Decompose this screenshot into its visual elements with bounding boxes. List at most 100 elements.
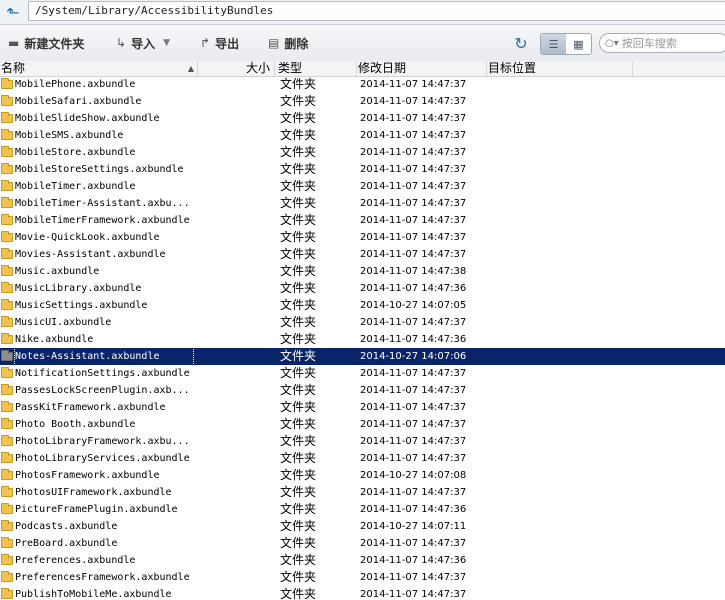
table-row[interactable]: MusicUI.axbundle 文件夹 2014-11-07 14:47:37 bbox=[0, 314, 725, 331]
column-header-type[interactable]: 类型 bbox=[277, 61, 357, 76]
file-type: 文件夹 bbox=[280, 213, 317, 227]
file-list[interactable]: MobilePhone.axbundle 文件夹 2014-11-07 14:47:… bbox=[0, 76, 725, 600]
column-type-label: 类型 bbox=[278, 61, 303, 75]
file-type: 文件夹 bbox=[280, 434, 317, 448]
file-name: MobileStoreSettings.axbundle bbox=[15, 164, 184, 175]
file-name: MobileSlideShow.axbundle bbox=[15, 113, 160, 124]
table-row[interactable]: MobileTimer.axbundle 文件夹 2014-11-07 14:47:… bbox=[0, 178, 725, 195]
import-button[interactable]: ↳ 导入 ▼ bbox=[116, 33, 170, 53]
table-row[interactable]: PhotosFramework.axbundle 文件夹 2014-10-27 14… bbox=[0, 467, 725, 484]
table-row[interactable]: PhotoLibraryServices.axbundle 文件夹 2014-11-… bbox=[0, 450, 725, 467]
file-name: PhotoLibraryServices.axbundle bbox=[15, 453, 190, 464]
file-modified-date: 2014-11-07 14:47:37 bbox=[360, 181, 467, 192]
file-name: NotificationSettings.axbundle bbox=[15, 368, 190, 379]
table-row[interactable]: MobileStoreSettings.axbundle 文件夹 2014-11-0… bbox=[0, 161, 725, 178]
column-header-target[interactable]: 目标位置 bbox=[487, 61, 633, 76]
table-row[interactable]: PreBoard.axbundle 文件夹 2014-11-07 14:47:37 bbox=[0, 535, 725, 552]
file-name: Nike.axbundle bbox=[15, 334, 94, 345]
file-type: 文件夹 bbox=[280, 315, 317, 329]
table-row[interactable]: Photo Booth.axbundle 文件夹 2014-11-07 14:47:… bbox=[0, 416, 725, 433]
file-modified-date: 2014-11-07 14:47:37 bbox=[360, 385, 467, 396]
path-field[interactable]: /System/Library/AccessibilityBundles bbox=[28, 1, 725, 21]
table-row[interactable]: Music.axbundle 文件夹 2014-11-07 14:47:38 bbox=[0, 263, 725, 280]
folder-icon bbox=[1, 197, 13, 208]
file-modified-date: 2014-11-07 14:47:36 bbox=[360, 555, 467, 566]
list-view-icon[interactable]: ☰ bbox=[541, 34, 566, 54]
grid-view-icon[interactable]: ▦ bbox=[566, 34, 591, 54]
file-name: MusicLibrary.axbundle bbox=[15, 283, 142, 294]
file-type: 文件夹 bbox=[280, 400, 317, 414]
table-row[interactable]: PublishToMobileMe.axbundle 文件夹 2014-11-07 … bbox=[0, 586, 725, 600]
folder-icon bbox=[1, 469, 13, 480]
file-name: Movies-Assistant.axbundle bbox=[15, 249, 166, 260]
table-row[interactable]: PhotosUIFramework.axbundle 文件夹 2014-11-07 … bbox=[0, 484, 725, 501]
search-input[interactable]: ○▾ 按回车搜索 bbox=[599, 33, 725, 53]
delete-button[interactable]: ▤ 删除 bbox=[268, 33, 308, 53]
table-row[interactable]: MobileTimer-Assistant.axbu... 文件夹 2014-11-… bbox=[0, 195, 725, 212]
file-name: MobileStore.axbundle bbox=[15, 147, 136, 158]
table-row[interactable]: Movies-Assistant.axbundle 文件夹 2014-11-07 1… bbox=[0, 246, 725, 263]
up-arrow-icon[interactable]: ⬑ bbox=[2, 2, 24, 22]
file-name: PublishToMobileMe.axbundle bbox=[15, 589, 172, 600]
file-type: 文件夹 bbox=[280, 281, 317, 295]
table-row[interactable]: MusicSettings.axbundle 文件夹 2014-10-27 14:0… bbox=[0, 297, 725, 314]
path-bar: ⬑ /System/Library/AccessibilityBundles bbox=[0, 0, 725, 25]
table-row[interactable]: MobileSlideShow.axbundle 文件夹 2014-11-07 14… bbox=[0, 110, 725, 127]
file-modified-date: 2014-11-07 14:47:36 bbox=[360, 334, 467, 345]
file-modified-date: 2014-11-07 14:47:37 bbox=[360, 113, 467, 124]
folder-icon bbox=[1, 401, 13, 412]
file-type: 文件夹 bbox=[280, 553, 317, 567]
table-row[interactable]: MobilePhone.axbundle 文件夹 2014-11-07 14:47:… bbox=[0, 76, 725, 93]
file-type: 文件夹 bbox=[280, 179, 317, 193]
table-row[interactable]: Movie-QuickLook.axbundle 文件夹 2014-11-07 14… bbox=[0, 229, 725, 246]
table-row[interactable]: PictureFramePlugin.axbundle 文件夹 2014-11-07… bbox=[0, 501, 725, 518]
table-row[interactable]: Notes-Assistant.axbundle 文件夹 2014-10-27 14… bbox=[0, 347, 725, 366]
table-row[interactable]: MobileTimerFramework.axbundle 文件夹 2014-11-… bbox=[0, 212, 725, 229]
folder-icon bbox=[1, 537, 13, 548]
refresh-icon[interactable]: ↻ bbox=[512, 34, 530, 53]
file-modified-date: 2014-11-07 14:47:37 bbox=[360, 538, 467, 549]
file-type: 文件夹 bbox=[280, 128, 317, 142]
export-icon: ↱ bbox=[200, 36, 211, 50]
folder-icon bbox=[1, 452, 13, 463]
file-type: 文件夹 bbox=[280, 196, 317, 210]
table-row[interactable]: PassesLockScreenPlugin.axb... 文件夹 2014-11-… bbox=[0, 382, 725, 399]
file-type: 文件夹 bbox=[280, 383, 317, 397]
column-header-name[interactable]: 名称 ▲ bbox=[0, 61, 198, 76]
table-row[interactable]: Nike.axbundle 文件夹 2014-11-07 14:47:36 bbox=[0, 331, 725, 348]
file-modified-date: 2014-11-07 14:47:37 bbox=[360, 232, 467, 243]
file-modified-date: 2014-11-07 14:47:37 bbox=[360, 402, 467, 413]
file-modified-date: 2014-11-07 14:47:37 bbox=[360, 572, 467, 583]
export-button[interactable]: ↱ 导出 bbox=[200, 33, 239, 53]
table-row[interactable]: PassKitFramework.axbundle 文件夹 2014-11-07 1… bbox=[0, 399, 725, 416]
file-modified-date: 2014-11-07 14:47:37 bbox=[360, 164, 467, 175]
column-modified-label: 修改日期 bbox=[358, 61, 407, 75]
table-row[interactable]: MusicLibrary.axbundle 文件夹 2014-11-07 14:47… bbox=[0, 280, 725, 297]
file-type: 文件夹 bbox=[280, 162, 317, 176]
column-header-modified[interactable]: 修改日期 bbox=[357, 61, 487, 76]
file-name: MusicSettings.axbundle bbox=[15, 300, 148, 311]
file-modified-date: 2014-11-07 14:47:36 bbox=[360, 283, 467, 294]
table-row[interactable]: MobileSMS.axbundle 文件夹 2014-11-07 14:47:37 bbox=[0, 127, 725, 144]
file-name: MobileTimer-Assistant.axbu... bbox=[15, 198, 190, 209]
folder-icon bbox=[1, 435, 13, 446]
import-label: 导入 bbox=[131, 36, 156, 51]
folder-icon bbox=[1, 299, 13, 310]
chevron-down-icon[interactable]: ▼ bbox=[163, 38, 170, 48]
folder-icon bbox=[1, 384, 13, 395]
table-row[interactable]: PreferencesFramework.axbundle 文件夹 2014-11-… bbox=[0, 569, 725, 586]
table-row[interactable]: PhotoLibraryFramework.axbu... 文件夹 2014-11-… bbox=[0, 433, 725, 450]
table-row[interactable]: MobileSafari.axbundle 文件夹 2014-11-07 14:47… bbox=[0, 93, 725, 110]
table-row[interactable]: MobileStore.axbundle 文件夹 2014-11-07 14:47:… bbox=[0, 144, 725, 161]
trash-icon: ▤ bbox=[268, 36, 280, 50]
column-header-size[interactable]: 大小 bbox=[198, 61, 275, 76]
folder-icon bbox=[1, 520, 13, 531]
file-type: 文件夹 bbox=[280, 332, 317, 346]
file-modified-date: 2014-11-07 14:47:37 bbox=[360, 436, 467, 447]
file-type: 文件夹 bbox=[280, 94, 317, 108]
table-row[interactable]: Preferences.axbundle 文件夹 2014-11-07 14:47:… bbox=[0, 552, 725, 569]
table-row[interactable]: Podcasts.axbundle 文件夹 2014-10-27 14:07:11 bbox=[0, 518, 725, 535]
table-row[interactable]: NotificationSettings.axbundle 文件夹 2014-11-… bbox=[0, 365, 725, 382]
file-modified-date: 2014-11-07 14:47:37 bbox=[360, 368, 467, 379]
new-folder-button[interactable]: ▬ 新建文件夹 bbox=[8, 33, 84, 53]
